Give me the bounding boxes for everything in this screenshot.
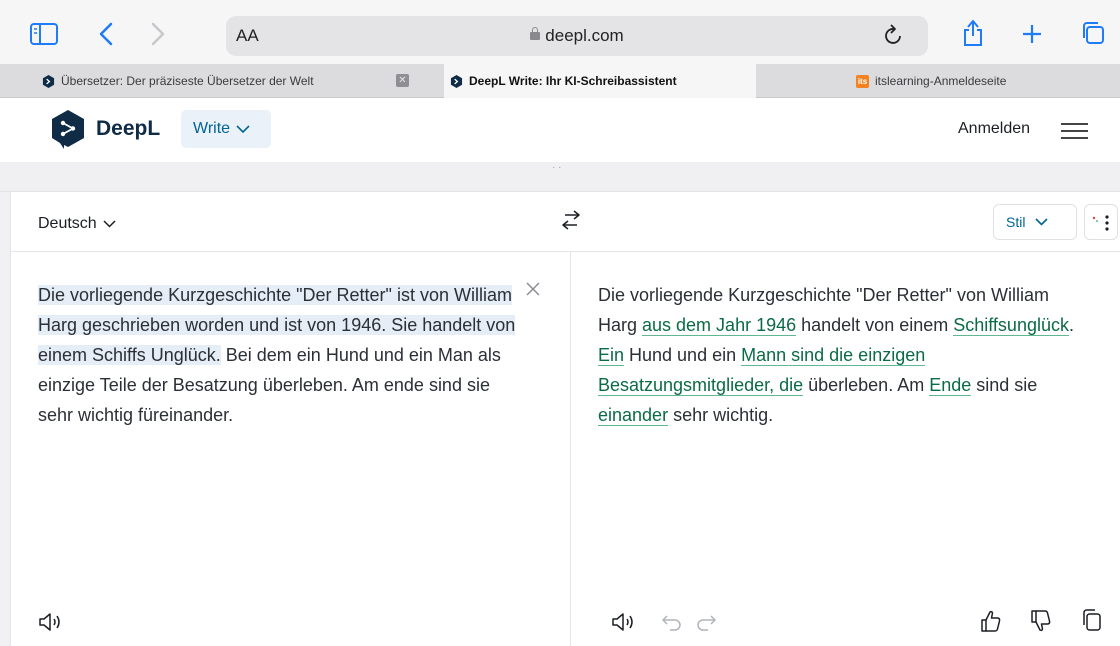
text-change[interactable]: Schiffsunglück bbox=[953, 315, 1069, 336]
clear-text-icon[interactable] bbox=[524, 280, 542, 298]
forward-icon[interactable] bbox=[148, 22, 168, 46]
text-segment: Hund und ein bbox=[624, 345, 742, 365]
chevron-down-icon bbox=[236, 124, 250, 133]
new-tab-icon[interactable] bbox=[1020, 22, 1044, 46]
style-select[interactable]: Stil bbox=[993, 204, 1077, 240]
text-segment: überleben. Am bbox=[803, 375, 930, 395]
language-label: Deutsch bbox=[38, 215, 97, 232]
hamburger-menu-icon[interactable] bbox=[1061, 123, 1088, 139]
tab-title: itslearning-Anmeldeseite bbox=[875, 74, 1007, 88]
login-link[interactable]: Anmelden bbox=[958, 120, 1030, 138]
address-bar[interactable]: AA deepl.com bbox=[226, 16, 928, 56]
write-editor: Deutsch Stil Die vorliegende Kurzgeschic… bbox=[10, 192, 1120, 646]
page-band: · · bbox=[0, 162, 1120, 192]
text-change[interactable]: aus dem Jahr 1946 bbox=[642, 315, 797, 336]
tab-title: Übersetzer: Der präziseste Übersetzer de… bbox=[61, 74, 314, 88]
thumbs-up-icon[interactable] bbox=[979, 608, 1003, 634]
thumbs-down-icon[interactable] bbox=[1029, 608, 1053, 634]
write-label: Write bbox=[193, 120, 231, 137]
tab-itslearning[interactable]: its itslearning-Anmeldeseite bbox=[850, 64, 1110, 98]
source-textarea[interactable]: Die vorliegende Kurzgeschichte "Der Rett… bbox=[38, 280, 518, 430]
improved-text[interactable]: Die vorliegende Kurzgeschichte "Der Rett… bbox=[598, 280, 1078, 430]
tab-overview-icon[interactable] bbox=[1080, 20, 1106, 46]
browser-toolbar: AA deepl.com bbox=[0, 0, 1120, 64]
url-domain-container: deepl.com bbox=[226, 26, 928, 46]
sidebar-icon[interactable] bbox=[30, 22, 58, 46]
copy-icon[interactable] bbox=[1081, 608, 1103, 632]
tab-title: DeepL Write: Ihr KI-Schreibassistent bbox=[469, 74, 677, 88]
text-change[interactable]: einander bbox=[598, 405, 669, 426]
chevron-down-icon bbox=[1035, 218, 1049, 226]
style-label: Stil bbox=[1006, 214, 1026, 230]
url-domain: deepl.com bbox=[545, 26, 624, 45]
speaker-icon[interactable] bbox=[611, 610, 637, 634]
reload-icon[interactable] bbox=[884, 24, 904, 51]
back-icon[interactable] bbox=[96, 22, 116, 46]
text-segment: sind sie bbox=[971, 375, 1038, 395]
deepl-favicon-icon bbox=[450, 74, 463, 88]
deepl-header: DeepL Write Anmelden bbox=[0, 98, 1120, 162]
speaker-icon[interactable] bbox=[38, 610, 64, 634]
text-change[interactable]: Ein bbox=[598, 345, 625, 366]
more-options-button[interactable] bbox=[1084, 204, 1118, 240]
text-segment: sehr wichtig. bbox=[668, 405, 774, 425]
redo-icon[interactable] bbox=[695, 612, 717, 632]
tab-deepl-translator[interactable]: Übersetzer: Der präziseste Übersetzer de… bbox=[36, 64, 416, 98]
decorative-dots: · · bbox=[552, 162, 562, 173]
language-select[interactable]: Deutsch bbox=[38, 215, 116, 233]
deepl-favicon-icon bbox=[42, 74, 55, 88]
tab-bar: Übersetzer: Der präziseste Übersetzer de… bbox=[0, 64, 1120, 98]
text-change[interactable]: Ende bbox=[929, 375, 972, 396]
deepl-brand[interactable]: DeepL bbox=[96, 117, 160, 141]
itslearning-favicon-icon: its bbox=[856, 74, 869, 88]
editor-toolbar: Deutsch Stil bbox=[11, 192, 1120, 252]
text-segment: handelt von einem bbox=[796, 315, 954, 335]
tab-deepl-write[interactable]: DeepL Write: Ihr KI-Schreibassistent bbox=[444, 64, 756, 98]
write-product-menu[interactable]: Write bbox=[181, 110, 271, 148]
swap-icon[interactable] bbox=[559, 208, 583, 232]
close-tab-icon[interactable]: ✕ bbox=[396, 74, 409, 87]
share-icon[interactable] bbox=[960, 16, 986, 48]
deepl-logo-icon[interactable] bbox=[50, 109, 86, 149]
panel-divider bbox=[570, 252, 571, 646]
undo-icon[interactable] bbox=[661, 612, 683, 632]
lock-icon bbox=[530, 27, 541, 40]
text-segment: . bbox=[1068, 315, 1074, 335]
chevron-down-icon bbox=[103, 220, 116, 228]
more-vertical-icon bbox=[1092, 215, 1109, 231]
